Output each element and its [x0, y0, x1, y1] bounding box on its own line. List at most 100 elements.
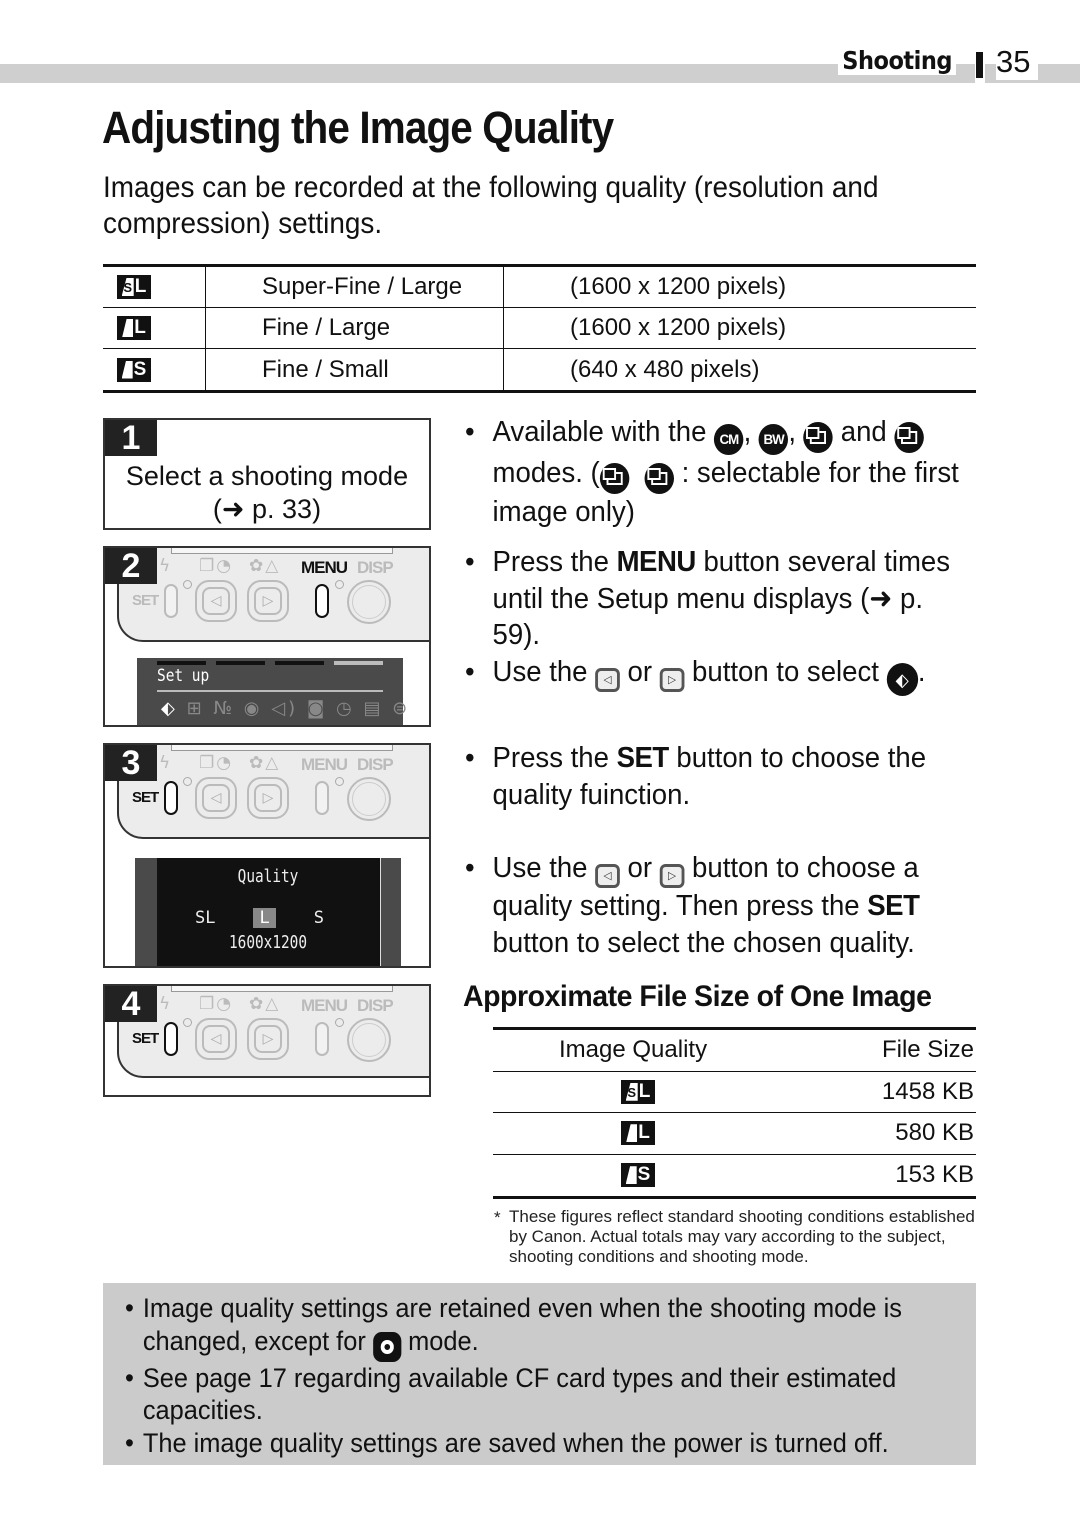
right-arrow-button-icon: ▷	[659, 864, 685, 889]
table-row: SL Super-Fine / Large (1600 x 1200 pixel…	[103, 267, 976, 308]
fine-small-icon: S	[621, 1163, 655, 1188]
lcd-option-super-fine-large: SL	[195, 908, 216, 928]
set-button	[164, 584, 178, 618]
flash-icon: ϟ	[159, 556, 173, 576]
step-instruction: Select a shooting mode	[125, 461, 409, 491]
intro-text: Images can be recorded at the following …	[103, 171, 879, 240]
lcd-title: Set up	[157, 666, 210, 686]
section-name: Shooting	[838, 46, 956, 75]
camera-back-illustration: ϟ ❐◔ ✿△ MENU DISP SET ◁ ▷	[117, 745, 429, 839]
quality-name: Fine / Small	[206, 349, 504, 390]
column-header-size: File Size	[881, 1036, 974, 1064]
super-fine-large-icon: SL	[117, 275, 151, 299]
continuous-self-timer-icon: ❐◔	[199, 556, 234, 576]
file-size-value: 1458 KB	[881, 1077, 974, 1105]
step-3: 3 ϟ ❐◔ ✿△ MENU DISP SET ◁ ▷ Quality SL L…	[103, 743, 431, 968]
file-size-value: 580 KB	[895, 1119, 974, 1147]
set-button	[164, 781, 178, 815]
note-item: See page 17 regarding available CF card …	[125, 1362, 925, 1427]
step-number: 1	[105, 420, 157, 457]
set-label: SET	[132, 592, 159, 609]
left-button: ◁	[195, 1018, 237, 1060]
step-2: 2 ϟ ❐◔ ✿△ MENU DISP SET ◁ ▷ Set up ⬖ ⊞ №…	[103, 546, 431, 727]
right-button: ▷	[247, 1018, 289, 1060]
left-arrow-button-icon: ◁	[595, 667, 620, 692]
quality-setting-icon: ⬖	[886, 663, 918, 697]
page-number: 35	[996, 44, 1039, 80]
macro-landscape-icon: ✿△	[249, 994, 281, 1014]
lcd-option-fine-small: S	[313, 908, 324, 928]
note-item: Image quality settings are retained even…	[125, 1292, 925, 1362]
right-button: ▷	[247, 580, 289, 622]
stitch-assist-icon	[803, 422, 834, 453]
auto-mode-icon	[372, 1331, 402, 1362]
page-reference: (➜ p. 33)	[212, 494, 322, 524]
macro-landscape-icon: ✿△	[249, 556, 281, 576]
quality-name: Super-Fine / Large	[206, 267, 504, 307]
set-button	[164, 1022, 178, 1056]
left-button: ◁	[195, 580, 237, 622]
table-row: L Fine / Large (1600 x 1200 pixels)	[103, 308, 976, 349]
color-mode-icon: CM	[714, 423, 744, 455]
flash-icon: ϟ	[159, 994, 173, 1014]
disp-button	[347, 777, 391, 821]
quality-name: Fine / Large	[206, 308, 504, 348]
left-button: ◁	[195, 777, 237, 819]
menu-button	[315, 584, 329, 618]
lcd-setup-icons: ⬖ ⊞ № ◉ ◁) ◙ ◷ ▤ ⊜	[161, 698, 411, 719]
lcd-quality-menu: Quality SL L S 1600x1200	[135, 858, 401, 966]
bullet-press-menu: Press the MENU button several times unti…	[465, 544, 959, 654]
lcd-title: Quality	[237, 866, 299, 887]
lcd-setup-menu: Set up ⬖ ⊞ № ◉ ◁) ◙ ◷ ▤ ⊜	[137, 658, 407, 725]
step-number: 2	[105, 548, 157, 585]
set-key-label: SET	[867, 890, 920, 923]
disp-button	[347, 580, 391, 624]
continuous-self-timer-icon: ❐◔	[199, 753, 234, 773]
right-button: ▷	[247, 777, 289, 819]
super-fine-large-icon: SL	[621, 1079, 655, 1104]
stitch-assist-icon	[599, 462, 630, 494]
header-divider	[976, 52, 983, 78]
stitch-assist-icon	[894, 422, 924, 453]
table-row: S Fine / Small (640 x 480 pixels)	[103, 349, 976, 390]
notes-box: Image quality settings are retained even…	[103, 1283, 976, 1465]
header-band	[0, 64, 975, 83]
menu-key-label: MENU	[616, 546, 697, 578]
quality-table: SL Super-Fine / Large (1600 x 1200 pixel…	[103, 264, 976, 393]
menu-label: MENU	[301, 558, 348, 577]
fine-large-icon: L	[117, 316, 151, 340]
lcd-option-fine-large: L	[253, 908, 276, 928]
bullet-choose-quality: Use the ◁ or ▷ button to choose a qualit…	[465, 850, 959, 961]
camera-back-illustration: ϟ ❐◔ ✿△ MENU DISP SET ◁ ▷	[117, 548, 429, 642]
left-arrow-button-icon: ◁	[595, 864, 620, 889]
set-key-label: SET	[616, 742, 670, 774]
file-size-table: Image Quality File Size SL 1458 KB L 580…	[493, 1027, 976, 1199]
bw-mode-icon: BW	[758, 423, 789, 455]
lcd-resolution: 1600x1200	[228, 932, 308, 953]
quality-resolution: (640 x 480 pixels)	[570, 355, 760, 383]
page-title: Adjusting the Image Quality	[102, 102, 614, 153]
table-row: SL 1458 KB	[493, 1072, 976, 1113]
quality-setting-icon: ⬖	[161, 698, 178, 719]
bullet-press-set: Press the SET button to choose the quali…	[465, 740, 959, 813]
menu-button	[315, 781, 329, 815]
bullet-available-modes: Available with the CM, BW, and modes. ( …	[465, 414, 959, 530]
bullet-group-4: Use the ◁ or ▷ button to choose a qualit…	[465, 850, 985, 961]
table-header-row: Image Quality File Size	[493, 1030, 976, 1072]
camera-back-illustration: ϟ ❐◔ ✿△ MENU DISP SET ◁ ▷	[117, 986, 429, 1078]
step-1: 1 Select a shooting mode (➜ p. 33)	[103, 418, 431, 530]
fine-large-icon: L	[621, 1121, 655, 1146]
menu-label: MENU	[301, 996, 348, 1015]
quality-resolution: (1600 x 1200 pixels)	[570, 314, 787, 341]
macro-landscape-icon: ✿△	[249, 753, 281, 773]
quality-resolution: (1600 x 1200 pixels)	[570, 273, 787, 300]
file-size-value: 153 KB	[895, 1161, 974, 1189]
footnote: These figures reflect standard shooting …	[493, 1207, 979, 1267]
column-header-quality: Image Quality	[559, 1036, 708, 1064]
continuous-self-timer-icon: ❐◔	[199, 994, 234, 1014]
disp-label: DISP	[357, 755, 394, 774]
menu-label: MENU	[301, 755, 348, 774]
step-4: 4 ϟ ❐◔ ✿△ MENU DISP SET ◁ ▷	[103, 984, 431, 1097]
step-number: 3	[105, 745, 157, 782]
bullet-group-3: Press the SET button to choose the quali…	[465, 740, 985, 813]
